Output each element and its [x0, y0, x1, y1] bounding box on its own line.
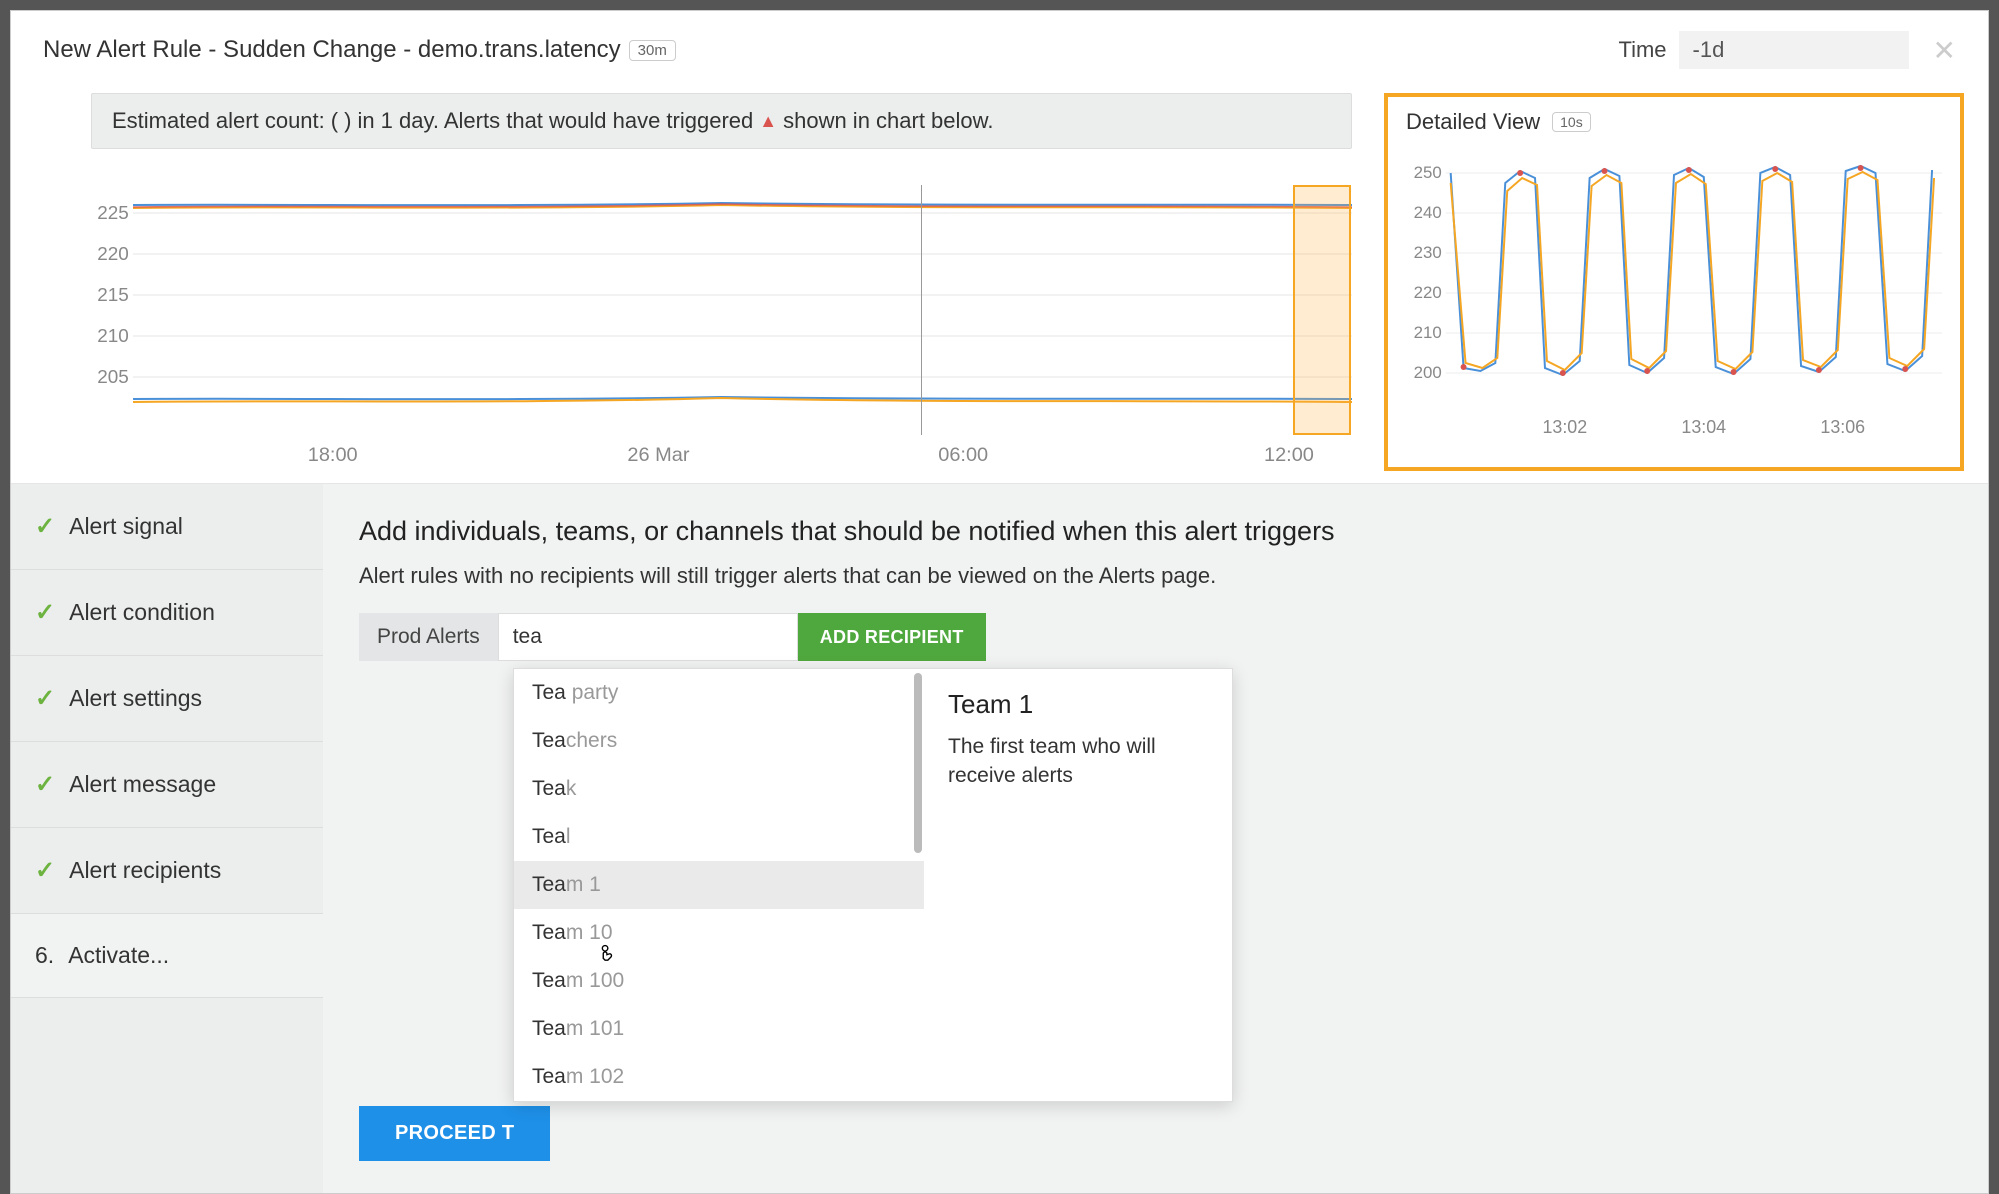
triangle-icon: ▲ [759, 111, 777, 132]
tag-prod-alerts[interactable]: Prod Alerts [359, 613, 498, 661]
dropdown-item[interactable]: Teak [514, 765, 924, 813]
dropdown-item[interactable]: Team 10 [514, 909, 924, 957]
dropdown-item[interactable]: Team 101 [514, 1005, 924, 1053]
check-icon: ✓ [35, 512, 55, 541]
svg-text:250: 250 [1414, 163, 1442, 182]
badge-30m: 30m [629, 40, 676, 61]
check-icon: ✓ [35, 684, 55, 713]
svg-text:200: 200 [1414, 363, 1442, 382]
modal-title: New Alert Rule - Sudden Change - demo.tr… [43, 36, 621, 64]
dropdown-item[interactable]: Team 102 [514, 1053, 924, 1101]
svg-text:205: 205 [97, 366, 129, 386]
svg-text:18:00: 18:00 [308, 444, 358, 465]
step-alert-recipients[interactable]: ✓ Alert recipients [11, 828, 323, 914]
svg-text:220: 220 [97, 243, 129, 263]
recipient-search-input[interactable] [498, 613, 798, 661]
alert-rule-modal: New Alert Rule - Sudden Change - demo.tr… [10, 10, 1989, 1194]
detail-title: Detailed View [1406, 109, 1540, 135]
recipient-row: Prod Alerts ADD RECIPIENT [359, 613, 1952, 661]
chart-highlight-window [1293, 185, 1351, 435]
svg-text:220: 220 [1414, 283, 1442, 302]
proceed-button[interactable]: PROCEED T [359, 1106, 550, 1161]
time-input[interactable] [1679, 31, 1909, 69]
dropdown-item[interactable]: Team 1 [514, 861, 924, 909]
add-recipient-button[interactable]: ADD RECIPIENT [798, 613, 986, 661]
dropdown-item[interactable]: Tea party [514, 669, 924, 717]
check-icon: ✓ [35, 856, 55, 885]
time-label: Time [1618, 37, 1666, 63]
lower-section: ✓ Alert signal ✓ Alert condition ✓ Alert… [11, 483, 1988, 1193]
svg-text:13:04: 13:04 [1681, 417, 1726, 437]
svg-text:12:00: 12:00 [1264, 444, 1314, 465]
main-chart[interactable]: 225 220 215 210 205 18:00 26 Mar 06:00 1… [91, 161, 1352, 471]
svg-text:210: 210 [97, 325, 129, 345]
chart-cursor-line [921, 185, 922, 435]
dd-detail-desc: The first team who will receive alerts [948, 732, 1208, 791]
svg-text:13:06: 13:06 [1820, 417, 1865, 437]
modal-header: New Alert Rule - Sudden Change - demo.tr… [11, 11, 1988, 81]
check-icon: ✓ [35, 598, 55, 627]
detailed-view-panel: Detailed View 10s 250 240 [1384, 93, 1964, 471]
svg-text:13:02: 13:02 [1542, 417, 1587, 437]
check-icon: ✓ [35, 770, 55, 799]
dropdown-item[interactable]: Teal [514, 813, 924, 861]
scrollbar[interactable] [914, 673, 922, 853]
svg-text:240: 240 [1414, 203, 1442, 222]
svg-text:06:00: 06:00 [938, 444, 988, 465]
svg-text:225: 225 [97, 202, 129, 222]
step-alert-settings[interactable]: ✓ Alert settings [11, 656, 323, 742]
alert-count-banner: Estimated alert count: () in 1 day. Aler… [91, 93, 1352, 149]
recipients-content: Add individuals, teams, or channels that… [323, 484, 1988, 1193]
badge-10s: 10s [1552, 112, 1591, 132]
step-activate[interactable]: 6. Activate... [11, 914, 323, 998]
chart-row: Estimated alert count: () in 1 day. Aler… [11, 81, 1988, 483]
svg-text:210: 210 [1414, 323, 1442, 342]
content-heading: Add individuals, teams, or channels that… [359, 516, 1952, 547]
detail-chart[interactable]: 250 240 230 220 210 200 13:02 13:04 13:0… [1406, 143, 1942, 443]
svg-text:26 Mar: 26 Mar [627, 444, 690, 465]
steps-sidebar: ✓ Alert signal ✓ Alert condition ✓ Alert… [11, 484, 323, 1193]
dropdown-detail: Team 1 The first team who will receive a… [924, 669, 1232, 1101]
close-icon[interactable]: ✕ [1933, 34, 1956, 67]
svg-text:230: 230 [1414, 243, 1442, 262]
dropdown-list[interactable]: Tea party Teachers Teak Teal Team 1 Team… [514, 669, 924, 1101]
step-alert-condition[interactable]: ✓ Alert condition [11, 570, 323, 656]
step-alert-message[interactable]: ✓ Alert message [11, 742, 323, 828]
svg-text:215: 215 [97, 284, 129, 304]
dropdown-item[interactable]: Teachers [514, 717, 924, 765]
dd-detail-title: Team 1 [948, 689, 1208, 720]
recipient-dropdown: Tea party Teachers Teak Teal Team 1 Team… [513, 668, 1233, 1102]
dropdown-item[interactable]: Team 100 [514, 957, 924, 1005]
step-alert-signal[interactable]: ✓ Alert signal [11, 484, 323, 570]
content-sub: Alert rules with no recipients will stil… [359, 563, 1952, 589]
